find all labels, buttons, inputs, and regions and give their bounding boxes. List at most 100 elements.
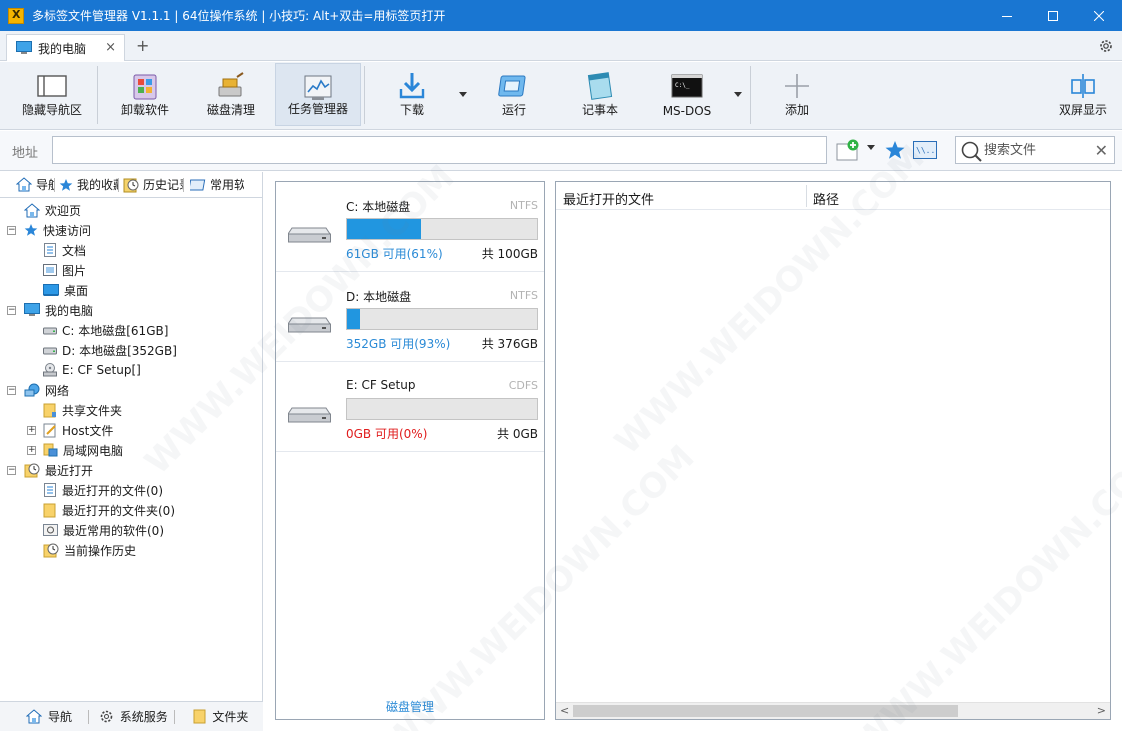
scroll-left-arrow[interactable]: < [560,704,569,717]
disk-cleanup-button[interactable]: 磁盘清理 [192,63,270,126]
close-icon [1094,10,1104,21]
tree-item-operation-history[interactable]: 当前操作历史 [43,540,136,560]
tab-divider [87,709,89,724]
tree-item-network[interactable]: 网络 [24,380,69,400]
tree-item-label: 共享文件夹 [62,403,123,418]
tree-item-desktop[interactable]: 桌面 [43,280,88,300]
add-tab-button[interactable]: + [136,36,149,55]
star-icon [59,178,73,191]
tree-item-recent-folders[interactable]: 最近打开的文件夹(0) [43,500,175,520]
download-button[interactable]: 下载 [374,63,450,126]
tree-item-lan-computers[interactable]: 局域网电脑 [43,440,123,460]
search-input[interactable] [984,141,1084,160]
tab-close-icon[interactable]: × [105,40,116,55]
toolbar-divider [97,66,98,124]
tree-item-label: C: 本地磁盘[61GB] [62,323,169,338]
task-manager-button[interactable]: 任务管理器 [275,63,361,126]
cmd-dropdown-arrow[interactable] [734,92,742,97]
collapse-my-computer[interactable]: − [7,306,16,315]
collapse-recent[interactable]: − [7,466,16,475]
tab-my-computer[interactable]: 我的电脑 × [6,34,125,61]
nav-tab-common-software[interactable]: 常用软件 [184,172,244,198]
tab-divider [174,709,176,724]
maximize-button[interactable] [1030,0,1076,31]
history-icon [43,543,59,558]
uninstall-button[interactable]: 卸载软件 [106,63,184,126]
tree-item-shared-folder[interactable]: 共享文件夹 [43,400,122,420]
tree-item-label: 快速访问 [43,223,92,238]
add-button[interactable]: 添加 [758,63,836,126]
bottom-tab-system-services[interactable]: 系统服务 [99,708,175,725]
toolbar: 隐藏导航区 卸载软件 磁盘清理 任务管理器 下载 运行 记事本 C:\_ MS-… [0,62,1122,130]
scroll-right-arrow[interactable]: > [1097,704,1106,717]
hide-nav-button[interactable]: 隐藏导航区 [12,63,92,126]
gear-icon[interactable] [1098,38,1114,54]
favorites-star-icon[interactable] [884,139,906,161]
toolbar-divider [750,66,751,124]
nav-tab-history[interactable]: 历史记录 [119,172,183,198]
column-header-recent-files[interactable]: 最近打开的文件 [563,189,654,208]
tree-item-drive-d[interactable]: D: 本地磁盘[352GB] [43,340,177,360]
horizontal-scrollbar[interactable]: < > [556,702,1110,719]
tree-item-label: 欢迎页 [45,203,82,218]
tree-item-pictures[interactable]: 图片 [43,260,86,280]
tree-item-label: Host文件 [62,423,114,438]
expand-lan-computers[interactable]: + [27,446,36,455]
column-header-path[interactable]: 路径 [813,189,839,208]
search-icon [961,141,982,162]
nav-tab-label: 常用软件 [210,178,244,192]
tree-item-label: 局域网电脑 [63,443,124,458]
disk-total-size: 共 100GB [481,247,538,261]
bottom-tab-navigation[interactable]: 导航 [26,708,88,725]
column-divider[interactable] [806,185,807,207]
address-input[interactable] [52,136,827,164]
disk-management-link[interactable]: 磁盘管理 [276,698,544,715]
nav-tab-navigation[interactable]: 导航 [0,172,54,198]
home-icon [26,709,42,724]
nav-tab-favorites[interactable]: 我的收藏 [55,172,118,198]
ms-dos-button[interactable]: C:\_ MS-DOS [648,63,726,126]
terminal-here-icon[interactable]: \\.. [913,141,937,159]
minimize-button[interactable] [984,0,1030,31]
notepad-button[interactable]: 记事本 [562,63,638,126]
close-button[interactable] [1076,0,1122,31]
tree-item-label: 图片 [62,263,87,278]
tree-item-recent-software[interactable]: 最近常用的软件(0) [43,520,164,540]
tree-item-drive-c[interactable]: C: 本地磁盘[61GB] [43,320,168,340]
disk-free-space: 0GB 可用(0%) [346,427,428,441]
collapse-network[interactable]: − [7,386,16,395]
disk-filesystem: CDFS [508,379,538,392]
toolbar-label: 运行 [501,103,526,117]
computer-icon [24,303,40,316]
expand-host-file[interactable]: + [27,426,36,435]
app-icon [43,524,58,536]
tree-item-recent[interactable]: 最近打开 [24,460,93,480]
uninstall-icon [133,74,157,100]
tree-item-host-file[interactable]: Host文件 [43,420,113,440]
download-dropdown-arrow[interactable] [459,92,467,97]
bottom-tab-folders[interactable]: 文件夹 [193,708,263,725]
add-bookmark-icon[interactable] [836,139,862,161]
clear-search-icon[interactable]: ✕ [1095,141,1108,160]
document-icon [44,243,56,257]
collapse-quick-access[interactable]: − [7,226,16,235]
bookmark-dropdown-arrow[interactable] [867,145,875,150]
tree-item-quick-access[interactable]: 快速访问 [24,220,91,240]
tree-item-welcome[interactable]: 欢迎页 [24,200,81,220]
scrollbar-thumb[interactable] [573,705,958,717]
tree-item-drive-e[interactable]: E: CF Setup[] [43,360,141,380]
tree-item-documents[interactable]: 文档 [43,240,86,260]
tree-item-my-computer[interactable]: 我的电脑 [24,300,93,320]
toolbar-divider [364,66,365,124]
disk-usage-bar [346,218,538,240]
run-button[interactable]: 运行 [476,63,552,126]
dual-screen-button[interactable]: 双屏显示 [1050,63,1116,126]
disk-card-d[interactable]: D: 本地磁盘 NTFS 352GB 可用(93%) 共 376GB [276,272,544,362]
folder-icon [43,403,56,417]
dual-screen-icon [1071,74,1095,98]
tree-item-label: 我的电脑 [45,303,94,318]
disk-card-e[interactable]: E: CF Setup CDFS 0GB 可用(0%) 共 0GB [276,362,544,452]
star-icon [24,224,38,236]
disk-card-c[interactable]: C: 本地磁盘 NTFS 61GB 可用(61%) 共 100GB [276,182,544,272]
tree-item-recent-files[interactable]: 最近打开的文件(0) [43,480,163,500]
